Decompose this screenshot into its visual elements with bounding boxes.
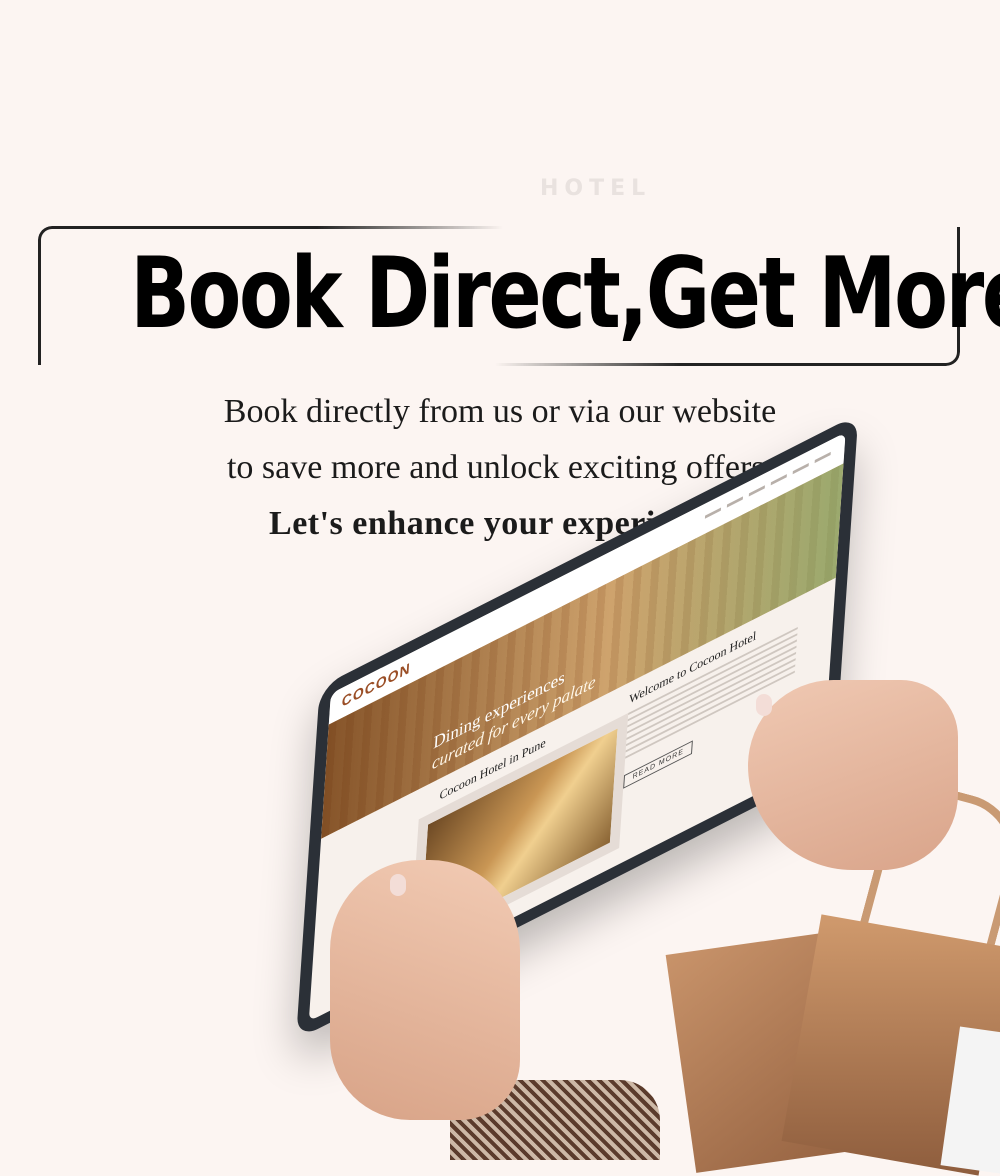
left-hand bbox=[330, 860, 520, 1120]
menu-link bbox=[814, 451, 831, 464]
menu-link bbox=[704, 507, 722, 519]
headline: Book Direct,Get More bbox=[130, 237, 1000, 351]
tablet-illustration: COCOON Dining experiences curated for ev… bbox=[0, 413, 1000, 1176]
fingernail bbox=[390, 874, 406, 896]
promo-banner: HOTEL Book Direct,Get More Book directly… bbox=[0, 0, 1000, 1176]
faded-hotel-text: HOTEL bbox=[540, 176, 652, 201]
menu-link bbox=[726, 496, 744, 508]
right-hand bbox=[748, 680, 958, 870]
headline-frame: Book Direct,Get More bbox=[38, 226, 1000, 369]
menu-link bbox=[748, 485, 765, 497]
menu-link bbox=[770, 474, 787, 486]
menu-link bbox=[792, 462, 809, 475]
fingernail bbox=[756, 694, 772, 716]
